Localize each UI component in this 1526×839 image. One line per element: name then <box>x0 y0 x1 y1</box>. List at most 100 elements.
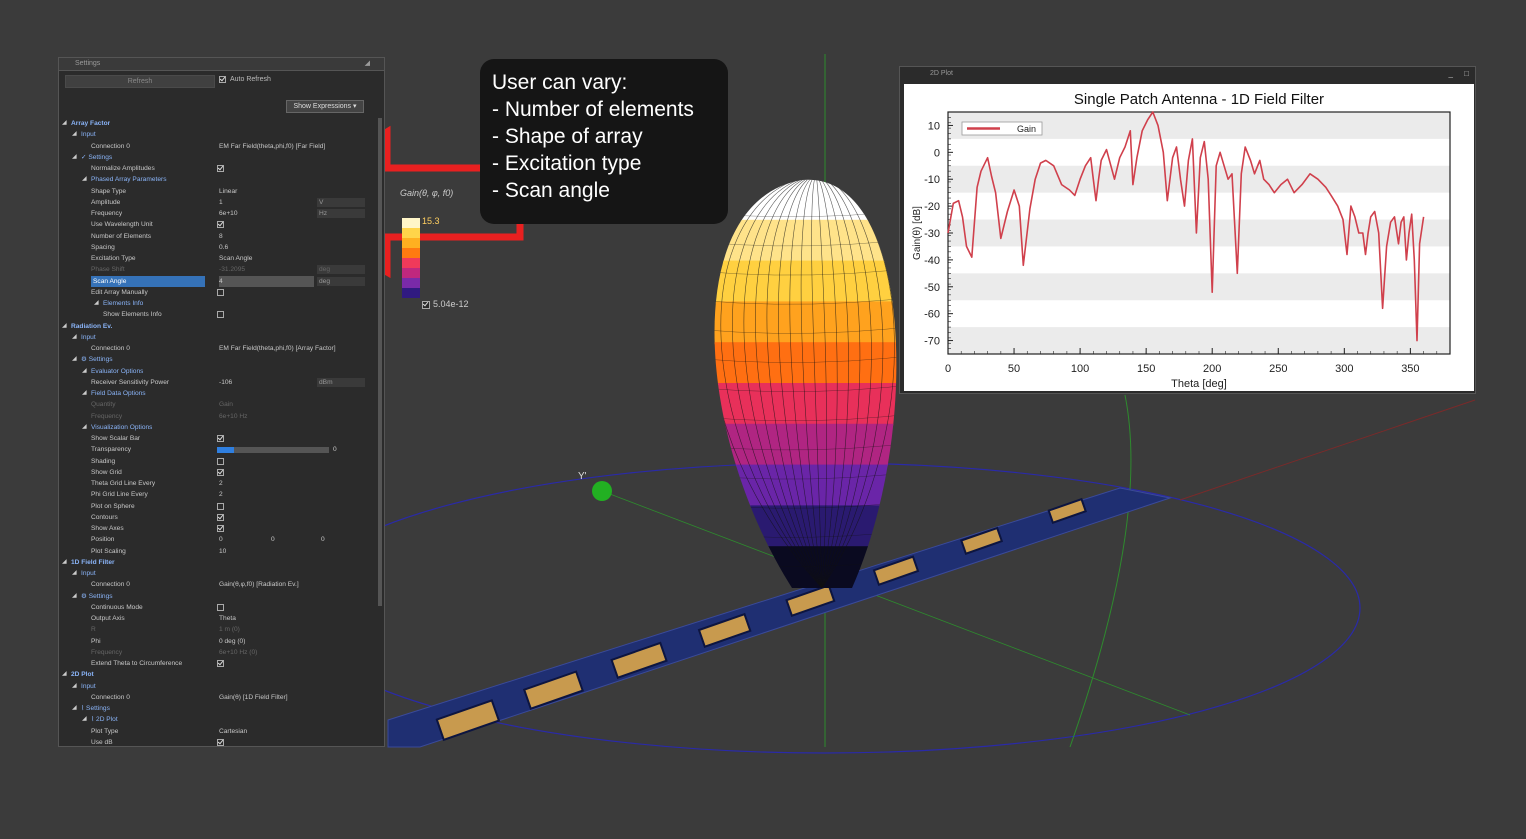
settings-row-unit[interactable]: Hz <box>317 209 365 218</box>
expand-triangle-icon[interactable]: ◢ <box>62 321 67 332</box>
settings-row-value[interactable]: 8 <box>219 231 223 242</box>
settings-row-value[interactable]: Gain(θ,φ,f0) [Radiation Ev.] <box>219 579 299 590</box>
settings-row-value[interactable]: -31.2095 <box>219 264 245 275</box>
settings-row[interactable]: Output Axis Theta <box>59 613 377 624</box>
expand-triangle-icon[interactable]: ◢ <box>72 591 77 602</box>
settings-row-value[interactable]: 0 deg (0) <box>219 636 245 647</box>
settings-row-value[interactable]: 10 <box>219 546 226 557</box>
settings-row-checkbox[interactable] <box>217 435 224 442</box>
settings-row[interactable]: Theta Grid Line Every 2 <box>59 478 377 489</box>
settings-row[interactable]: ◢ 2D Plot <box>59 669 377 680</box>
settings-row[interactable]: Phi 0 deg (0) <box>59 636 377 647</box>
expand-triangle-icon[interactable]: ◢ <box>82 174 87 185</box>
y-axis-handle[interactable] <box>592 481 612 501</box>
settings-row[interactable]: Phi Grid Line Every 2 <box>59 489 377 500</box>
settings-row[interactable]: Transparency 0 <box>59 444 377 455</box>
settings-row[interactable]: ◢ ⌇ 2D Plot <box>59 714 377 725</box>
settings-row[interactable]: Plot Type Cartesian <box>59 726 377 737</box>
settings-row[interactable]: Contours <box>59 512 377 523</box>
settings-row-value[interactable]: -106 <box>219 377 232 388</box>
expand-triangle-icon[interactable]: ◢ <box>82 714 87 725</box>
settings-row[interactable]: Connection 0 Gain(θ) [1D Field Filter] <box>59 692 377 703</box>
settings-row-value[interactable]: 6e+10 <box>219 208 238 219</box>
settings-row-value[interactable]: 6e+10 Hz <box>219 411 247 422</box>
expand-triangle-icon[interactable]: ◢ <box>72 568 77 579</box>
settings-row[interactable]: ◢ Input <box>59 681 377 692</box>
settings-row[interactable]: ◢ ⚙ Settings <box>59 591 377 602</box>
expand-triangle-icon[interactable]: ◢ <box>82 388 87 399</box>
pin-icon[interactable]: ◢ <box>365 58 370 70</box>
settings-row[interactable]: Receiver Sensitivity Power -106 dBm <box>59 377 377 388</box>
settings-row[interactable]: ◢ Field Data Options <box>59 388 377 399</box>
expand-triangle-icon[interactable]: ◢ <box>72 129 77 140</box>
settings-row-checkbox[interactable] <box>217 502 224 510</box>
settings-row-value[interactable]: 0 <box>219 534 223 545</box>
settings-row[interactable]: Connection 0 EM Far Field(theta,phi,f0) [… <box>59 141 377 152</box>
settings-row-value-3[interactable]: 0 <box>321 534 325 545</box>
settings-row-checkbox[interactable] <box>217 221 224 229</box>
settings-row[interactable]: Continuous Mode <box>59 602 377 613</box>
settings-row[interactable]: Frequency 6e+10 Hz <box>59 411 377 422</box>
settings-row-checkbox[interactable] <box>217 738 224 746</box>
settings-row[interactable]: ◢ ✓ Settings <box>59 152 377 163</box>
expand-triangle-icon[interactable]: ◢ <box>62 118 67 129</box>
settings-row-checkbox[interactable] <box>217 288 224 296</box>
settings-row[interactable]: Show Grid <box>59 467 377 478</box>
settings-row[interactable]: Quantity Gain <box>59 399 377 410</box>
settings-row-value[interactable]: 0.6 <box>219 242 228 253</box>
settings-row-value[interactable]: 1 m (0) <box>219 624 240 635</box>
settings-row-value[interactable]: EM Far Field(theta,phi,f0) [Far Field] <box>219 141 325 152</box>
expand-triangle-icon[interactable]: ◢ <box>72 681 77 692</box>
settings-row[interactable]: ◢ Array Factor <box>59 118 377 129</box>
settings-scrollbar[interactable] <box>378 118 382 606</box>
auto-refresh-toggle[interactable]: Auto Refresh <box>219 76 271 83</box>
settings-row[interactable]: Amplitude 1 V <box>59 197 377 208</box>
settings-row[interactable]: Shape Type Linear <box>59 186 377 197</box>
settings-row[interactable]: Spacing 0.6 <box>59 242 377 253</box>
settings-row[interactable]: ◢ ⚙ Settings <box>59 354 377 365</box>
settings-row-unit[interactable]: deg <box>317 265 365 275</box>
settings-row-value[interactable]: 4 <box>219 275 314 287</box>
settings-row[interactable]: Show Elements Info <box>59 309 377 320</box>
settings-row[interactable]: Phase Shift -31.2095 deg <box>59 264 377 275</box>
settings-row[interactable]: Shading <box>59 456 377 467</box>
color-scale-checkbox[interactable] <box>422 300 430 309</box>
settings-row-value[interactable]: 2 <box>219 478 223 489</box>
settings-row[interactable]: Plot Scaling 10 <box>59 546 377 557</box>
settings-row[interactable]: Excitation Type Scan Angle <box>59 253 377 264</box>
settings-row-value[interactable]: Linear <box>219 186 237 197</box>
settings-row-checkbox[interactable] <box>217 165 224 172</box>
settings-row-checkbox[interactable] <box>217 311 224 319</box>
expand-triangle-icon[interactable]: ◢ <box>82 366 87 377</box>
settings-row-value[interactable]: EM Far Field(theta,phi,f0) [Array Factor… <box>219 343 336 354</box>
settings-row-value-2[interactable]: 0 <box>271 534 275 545</box>
settings-row-checkbox[interactable] <box>217 457 224 465</box>
expand-triangle-icon[interactable]: ◢ <box>72 332 77 343</box>
settings-row[interactable]: Number of Elements 8 <box>59 231 377 242</box>
settings-row-unit[interactable]: dBm <box>317 377 365 387</box>
settings-row[interactable]: ◢ Radiation Ev. <box>59 321 377 332</box>
settings-row[interactable]: Use Wavelength Unit <box>59 219 377 230</box>
settings-row[interactable]: Show Axes <box>59 523 377 534</box>
settings-row[interactable]: ◢ Evaluator Options <box>59 366 377 377</box>
auto-refresh-checkbox[interactable] <box>219 76 226 83</box>
expand-triangle-icon[interactable]: ◢ <box>72 354 77 365</box>
settings-row-value[interactable]: Theta <box>219 613 236 624</box>
settings-row[interactable]: ◢ Phased Array Parameters <box>59 174 377 185</box>
refresh-button[interactable]: Refresh <box>65 75 215 88</box>
minimize-button[interactable]: _ <box>1449 67 1453 81</box>
settings-row[interactable]: Position 0 0 0 <box>59 534 377 545</box>
settings-row[interactable]: Scan Angle 4 deg <box>59 275 377 287</box>
expand-triangle-icon[interactable]: ◢ <box>94 298 99 309</box>
settings-row[interactable]: ◢ Visualization Options <box>59 422 377 433</box>
settings-row[interactable]: ◢ Input <box>59 129 377 140</box>
settings-row[interactable]: ◢ Input <box>59 568 377 579</box>
settings-row[interactable]: Connection 0 Gain(θ,φ,f0) [Radiation Ev.] <box>59 579 377 590</box>
settings-row[interactable]: R 1 m (0) <box>59 624 377 635</box>
settings-row[interactable]: Use dB <box>59 737 377 746</box>
settings-row-value[interactable]: 6e+10 Hz (0) <box>219 647 257 658</box>
show-expressions-button[interactable]: Show Expressions ▾ <box>286 100 364 113</box>
settings-row[interactable]: Show Scalar Bar <box>59 433 377 444</box>
settings-row-value[interactable]: Gain <box>219 399 233 410</box>
expand-triangle-icon[interactable]: ◢ <box>72 703 77 714</box>
